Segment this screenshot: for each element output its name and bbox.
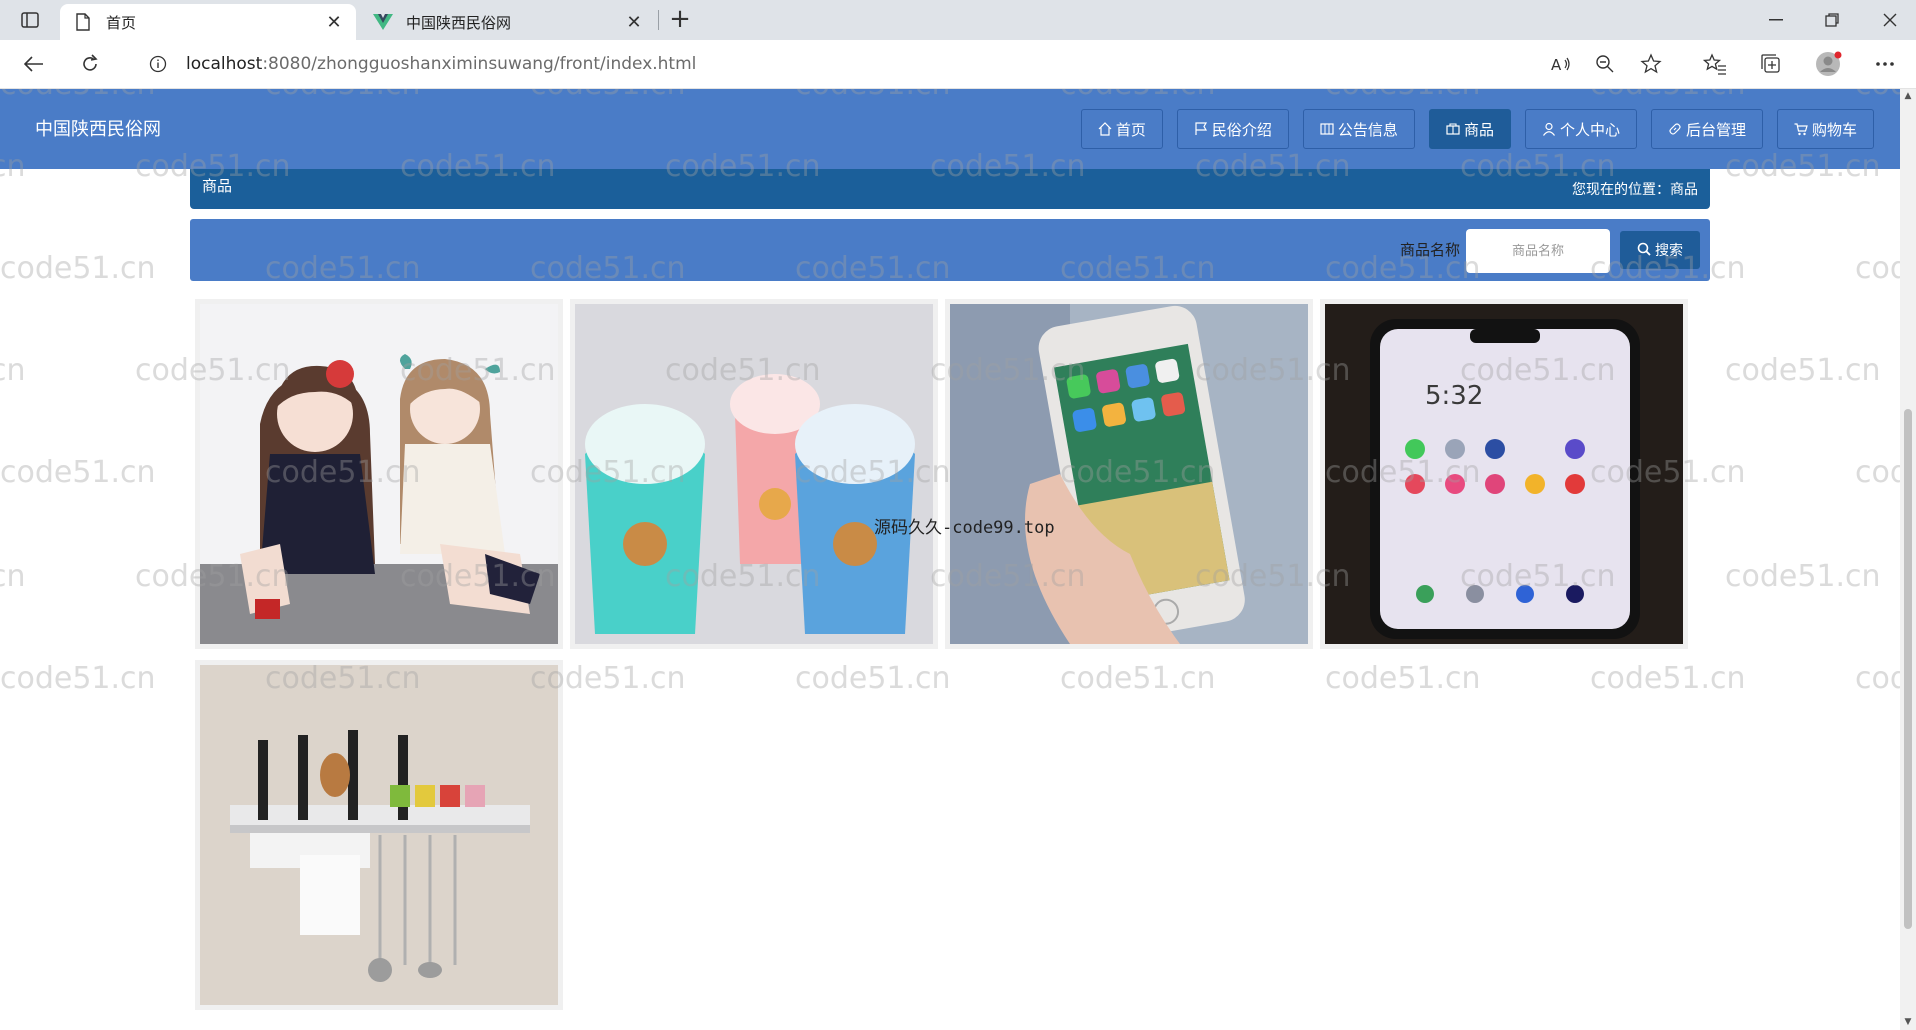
search-bar: 商品名称 搜索 xyxy=(190,219,1710,281)
scroll-down-icon[interactable]: ▼ xyxy=(1903,1017,1913,1027)
favorites-icon[interactable] xyxy=(1700,50,1730,78)
product-card[interactable] xyxy=(195,299,563,649)
scroll-thumb[interactable] xyxy=(1904,409,1912,929)
site-brand[interactable]: 中国陕西民俗网 xyxy=(35,115,161,141)
product-image-phone-screen: 5:32 xyxy=(1325,304,1683,644)
svg-text:5:32: 5:32 xyxy=(1425,381,1483,411)
product-image-phone-in-hand xyxy=(950,304,1308,644)
user-icon xyxy=(1542,122,1556,136)
restore-icon[interactable] xyxy=(1814,6,1850,34)
new-tab-icon[interactable]: + xyxy=(664,6,696,34)
nav-folk-intro[interactable]: 民俗介绍 xyxy=(1176,109,1289,149)
notice-icon xyxy=(1320,122,1334,136)
nav-cart[interactable]: 购物车 xyxy=(1776,109,1874,149)
page-viewport: 中国陕西民俗网 首页 民俗介绍 公告信息 商品 个人中心 后台管理 购物车 商品… xyxy=(0,89,1900,1030)
home-icon xyxy=(1098,122,1112,136)
watermark-text: code51.cn xyxy=(1590,661,1746,696)
more-menu-icon[interactable] xyxy=(1870,50,1900,78)
shop-icon xyxy=(1446,122,1460,136)
nav-label: 民俗介绍 xyxy=(1211,120,1272,139)
watermark-text: code51.cn xyxy=(795,661,951,696)
watermark-text: code51.cn xyxy=(1855,455,1900,490)
cart-icon xyxy=(1794,122,1808,136)
search-button[interactable]: 搜索 xyxy=(1620,231,1700,269)
tab-divider xyxy=(658,10,659,30)
zoom-out-icon[interactable] xyxy=(1590,50,1620,78)
svg-text:A: A xyxy=(1551,56,1562,73)
browser-tab-bar: 首页 ✕ 中国陕西民俗网 ✕ + xyxy=(0,0,1916,40)
product-image-cups xyxy=(575,304,933,644)
favorite-star-icon[interactable] xyxy=(1636,50,1666,78)
main-nav: 首页 民俗介绍 公告信息 商品 个人中心 后台管理 购物车 xyxy=(1080,109,1874,149)
read-aloud-icon[interactable]: A xyxy=(1546,50,1576,78)
product-card[interactable] xyxy=(945,299,1313,649)
collections-icon[interactable] xyxy=(1756,50,1786,78)
overlay-text: 源码久久-code99.top xyxy=(874,518,1055,538)
close-window-icon[interactable] xyxy=(1872,6,1908,34)
search-icon xyxy=(1637,242,1651,259)
watermark-text: code51.cn xyxy=(1855,251,1900,286)
close-tab-icon[interactable]: ✕ xyxy=(624,12,644,33)
location-value: 商品 xyxy=(1670,182,1698,198)
nav-admin[interactable]: 后台管理 xyxy=(1650,109,1763,149)
nav-label: 后台管理 xyxy=(1685,120,1746,139)
address-toolbar: localhost:8080/zhongguoshanximinsuwang/f… xyxy=(0,40,1916,89)
watermark-text: code51.cn xyxy=(1325,661,1481,696)
scroll-up-icon[interactable]: ▲ xyxy=(1903,91,1913,101)
watermark-text: code51.cn xyxy=(1060,661,1216,696)
search-button-label: 搜索 xyxy=(1655,242,1683,258)
product-image-anime-girls xyxy=(200,304,558,644)
section-title: 商品 xyxy=(202,177,233,195)
watermark-text: code51.cn xyxy=(1725,559,1881,594)
close-tab-icon[interactable]: ✕ xyxy=(324,12,344,33)
watermark-text: code51.cn xyxy=(0,455,156,490)
tab-actions-icon[interactable] xyxy=(14,8,46,32)
watermark-text: code51.cn xyxy=(0,251,156,286)
watermark-text: code51.cn xyxy=(0,559,26,594)
product-card[interactable]: 5:32 xyxy=(1320,299,1688,649)
nav-label: 商品 xyxy=(1463,120,1494,139)
breadcrumb: 商品 您现在的位置：商品 xyxy=(190,169,1710,209)
url-host: localhost xyxy=(186,54,263,74)
browser-tab-site[interactable]: 中国陕西民俗网 ✕ xyxy=(360,4,656,40)
profile-avatar-icon[interactable] xyxy=(1814,50,1844,78)
url-bar[interactable]: localhost:8080/zhongguoshanximinsuwang/f… xyxy=(130,46,1680,82)
url-text: localhost:8080/zhongguoshanximinsuwang/f… xyxy=(186,54,696,74)
watermark-text: code51.cn xyxy=(1725,353,1881,388)
product-card[interactable] xyxy=(195,660,563,1010)
nav-profile[interactable]: 个人中心 xyxy=(1524,109,1637,149)
search-label: 商品名称 xyxy=(1399,241,1460,259)
nav-label: 购物车 xyxy=(1811,120,1857,139)
product-image-kitchen-rack xyxy=(200,665,558,1005)
search-input[interactable] xyxy=(1466,229,1610,273)
nav-products[interactable]: 商品 xyxy=(1428,109,1511,149)
flag-icon xyxy=(1194,122,1208,136)
reload-icon[interactable] xyxy=(74,50,106,78)
tab-title: 中国陕西民俗网 xyxy=(406,13,512,32)
browser-tab-home[interactable]: 首页 ✕ xyxy=(60,4,356,40)
product-card[interactable] xyxy=(570,299,938,649)
current-location: 您现在的位置：商品 xyxy=(1572,179,1698,199)
site-info-icon[interactable] xyxy=(144,50,172,78)
nav-label: 公告信息 xyxy=(1337,120,1398,139)
nav-notices[interactable]: 公告信息 xyxy=(1302,109,1415,149)
watermark-text: code51.cn xyxy=(1855,661,1900,696)
nav-label: 首页 xyxy=(1115,120,1146,139)
page-icon xyxy=(72,11,94,33)
tab-title: 首页 xyxy=(106,13,137,32)
vertical-scrollbar[interactable]: ▲ ▼ xyxy=(1900,89,1916,1030)
watermark-text: code51.cn xyxy=(0,661,156,696)
nav-label: 个人中心 xyxy=(1559,120,1620,139)
vue-logo-icon xyxy=(372,11,394,33)
back-icon[interactable] xyxy=(18,50,50,78)
site-header: 中国陕西民俗网 首页 民俗介绍 公告信息 商品 个人中心 后台管理 购物车 xyxy=(0,89,1900,169)
location-label: 您现在的位置： xyxy=(1572,182,1670,198)
nav-home[interactable]: 首页 xyxy=(1080,109,1163,149)
minimize-icon[interactable] xyxy=(1758,6,1794,34)
watermark-text: code51.cn xyxy=(0,353,26,388)
url-path: :8080/zhongguoshanximinsuwang/front/inde… xyxy=(262,54,697,74)
link-icon xyxy=(1668,122,1682,136)
